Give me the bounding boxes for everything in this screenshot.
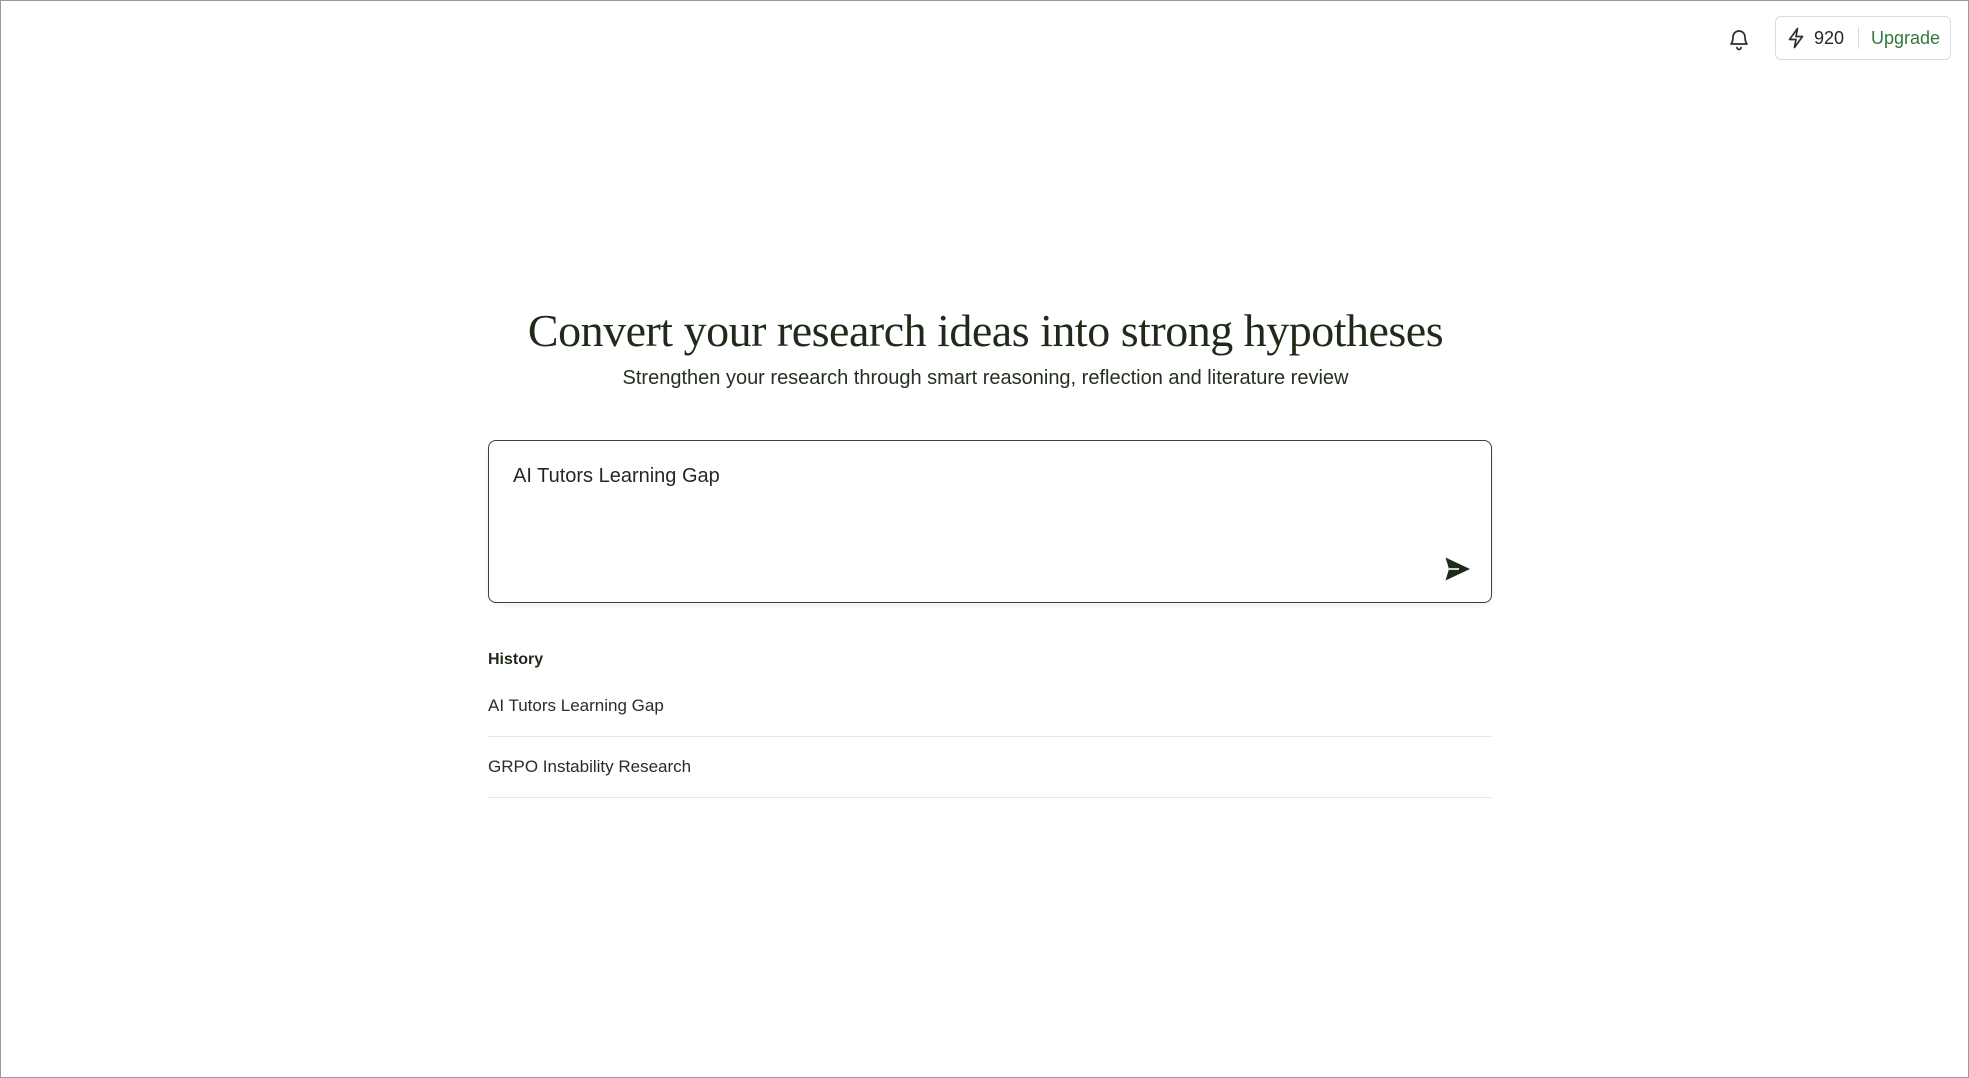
page-title: Convert your research ideas into strong … xyxy=(527,305,1444,356)
history-item[interactable]: AI Tutors Learning Gap xyxy=(488,676,1492,737)
lightning-bolt-icon xyxy=(1785,27,1807,49)
credits-count: 920 xyxy=(1814,27,1845,48)
credits-widget: 920 Upgrade xyxy=(1775,16,1951,60)
send-button[interactable] xyxy=(1441,552,1475,586)
upgrade-link[interactable]: Upgrade xyxy=(1871,28,1940,49)
bell-icon xyxy=(1730,30,1748,51)
page-subtitle: Strengthen your research through smart r… xyxy=(622,367,1349,389)
history-list: AI Tutors Learning Gap GRPO Instability … xyxy=(488,676,1492,798)
send-icon xyxy=(1445,557,1470,581)
history-item[interactable]: GRPO Instability Research xyxy=(488,737,1492,798)
research-idea-input[interactable]: AI Tutors Learning Gap xyxy=(488,440,1492,603)
notifications-button[interactable] xyxy=(1725,25,1753,53)
credits-divider xyxy=(1858,27,1859,49)
research-idea-text[interactable]: AI Tutors Learning Gap xyxy=(513,461,720,491)
app-window: 920 Upgrade Convert your research ideas … xyxy=(0,0,1969,1078)
history-heading: History xyxy=(488,651,544,668)
